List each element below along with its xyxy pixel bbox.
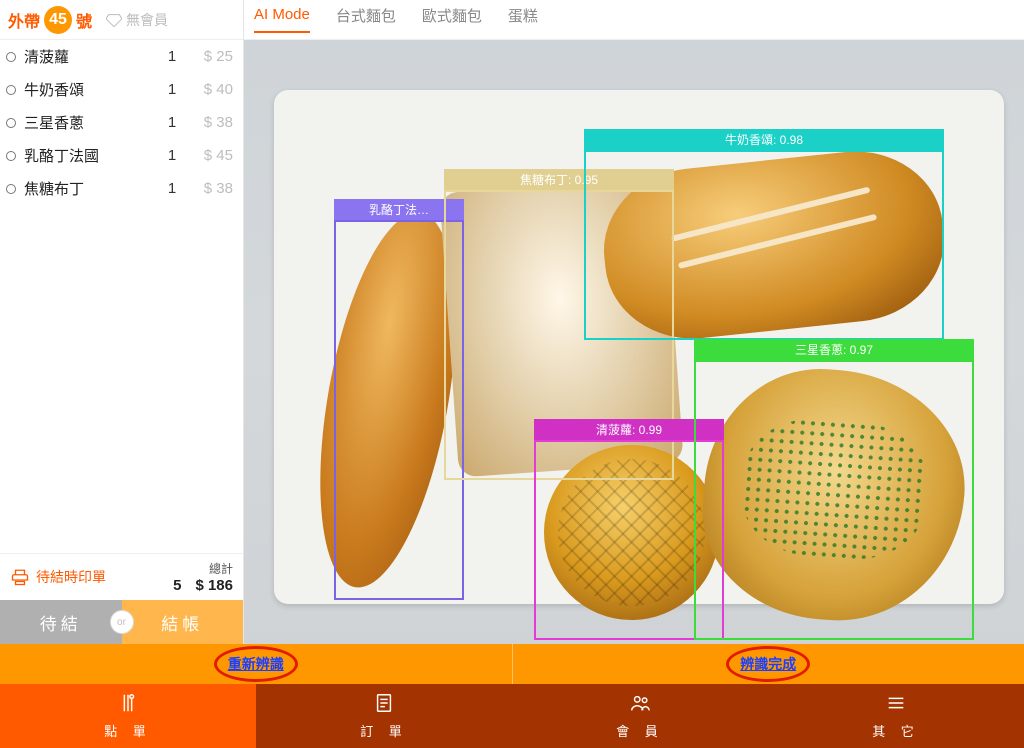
or-divider: or	[110, 610, 134, 634]
member-label: 無會員	[126, 10, 168, 30]
item-price: $ 40	[187, 81, 233, 98]
detection-box: 牛奶香頌: 0.98	[584, 150, 944, 340]
tab-2[interactable]: 歐式麵包	[422, 5, 482, 34]
order-totals: 總計 5 $ 186	[173, 560, 233, 594]
nav-label: 點 單	[104, 721, 152, 740]
order-type-label[interactable]: 外帶	[8, 8, 40, 32]
member-icon	[629, 692, 651, 717]
camera-preview: 乳酪丁法…焦糖布丁: 0.95牛奶香頌: 0.98清菠蘿: 0.99三星香蔥: …	[244, 40, 1024, 644]
tab-3[interactable]: 蛋糕	[508, 5, 538, 34]
item-qty: 1	[157, 180, 187, 197]
tab-1[interactable]: 台式麵包	[336, 5, 396, 34]
nav-other[interactable]: 其 它	[768, 684, 1024, 748]
detection-label: 牛奶香頌: 0.98	[584, 129, 944, 150]
bottom-nav: 點 單訂 單會 員其 它	[0, 684, 1024, 748]
other-icon	[885, 692, 907, 717]
nav-label: 其 它	[872, 721, 920, 740]
order-number-suffix: 號	[76, 8, 92, 32]
nav-label: 訂 單	[360, 721, 408, 740]
member-button[interactable]: 無會員	[106, 10, 168, 30]
menu-icon	[117, 692, 139, 717]
orders-icon	[373, 692, 395, 717]
order-item[interactable]: 牛奶香頌1$ 40	[0, 73, 243, 106]
rescan-button[interactable]: 重新辨識	[228, 654, 284, 674]
item-bullet-icon	[6, 118, 16, 128]
item-price: $ 38	[187, 180, 233, 197]
item-qty: 1	[157, 147, 187, 164]
item-bullet-icon	[6, 151, 16, 161]
hold-button[interactable]: 待結	[0, 600, 122, 644]
nav-label: 會 員	[616, 721, 664, 740]
order-item[interactable]: 三星香蔥1$ 38	[0, 106, 243, 139]
item-name: 乳酪丁法國	[24, 145, 157, 166]
checkout-button[interactable]: 結帳	[122, 600, 244, 644]
diamond-icon	[106, 13, 122, 27]
order-item[interactable]: 清菠蘿1$ 25	[0, 40, 243, 73]
detection-label: 三星香蔥: 0.97	[694, 339, 974, 360]
nav-menu[interactable]: 點 單	[0, 684, 256, 748]
order-item[interactable]: 乳酪丁法國1$ 45	[0, 139, 243, 172]
tab-0[interactable]: AI Mode	[254, 6, 310, 33]
printer-icon	[10, 568, 30, 586]
detection-box: 三星香蔥: 0.97	[694, 360, 974, 640]
totals-count: 5	[173, 577, 181, 594]
item-qty: 1	[157, 81, 187, 98]
print-on-hold-button[interactable]: 待結時印單	[10, 567, 106, 587]
order-number-badge[interactable]: 45	[44, 6, 72, 34]
tray: 乳酪丁法…焦糖布丁: 0.95牛奶香頌: 0.98清菠蘿: 0.99三星香蔥: …	[274, 90, 1004, 604]
order-panel: 外帶 45 號 無會員 清菠蘿1$ 25牛奶香頌1$ 40三星香蔥1$ 38乳酪…	[0, 0, 244, 644]
order-items-list: 清菠蘿1$ 25牛奶香頌1$ 40三星香蔥1$ 38乳酪丁法國1$ 45焦糖布丁…	[0, 40, 243, 553]
item-name: 焦糖布丁	[24, 178, 157, 199]
nav-orders[interactable]: 訂 單	[256, 684, 512, 748]
item-price: $ 45	[187, 147, 233, 164]
totals-amount: $ 186	[195, 577, 233, 594]
confirm-button[interactable]: 辨識完成	[740, 654, 796, 674]
item-qty: 1	[157, 48, 187, 65]
print-label: 待結時印單	[36, 567, 106, 587]
ai-action-bar: 重新辨識 辨識完成	[0, 644, 1024, 684]
item-bullet-icon	[6, 52, 16, 62]
item-qty: 1	[157, 114, 187, 131]
item-bullet-icon	[6, 184, 16, 194]
item-name: 清菠蘿	[24, 46, 157, 67]
item-name: 三星香蔥	[24, 112, 157, 133]
totals-label: 總計	[173, 560, 233, 577]
nav-member[interactable]: 會 員	[512, 684, 768, 748]
category-tabs: AI Mode 台式麵包歐式麵包蛋糕	[244, 0, 1024, 40]
item-name: 牛奶香頌	[24, 79, 157, 100]
item-price: $ 25	[187, 48, 233, 65]
order-item[interactable]: 焦糖布丁1$ 38	[0, 172, 243, 205]
item-bullet-icon	[6, 85, 16, 95]
order-header: 外帶 45 號 無會員	[0, 0, 243, 40]
item-price: $ 38	[187, 114, 233, 131]
